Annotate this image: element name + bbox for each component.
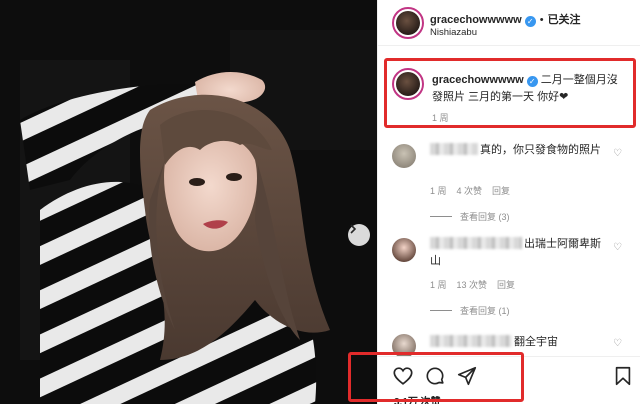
author-username[interactable]: gracechowwwww [430,14,522,26]
comment-body: 翻全宇宙 [514,336,558,348]
comment-likes[interactable]: 13 次赞 [457,280,488,290]
reply-button[interactable]: 回复 [492,186,510,196]
next-arrow-icon [350,224,357,234]
blurred-username [430,143,478,155]
comment-timestamp[interactable]: 1 周 [430,186,447,196]
view-replies-label: 查看回复 (3) [460,212,510,222]
header-separator: • [539,14,544,26]
reply-button[interactable]: 回复 [497,280,515,290]
comment-item: 真的，你只發食物的照片 ♡ 1 周 4 次赞 回复 查看回复 (3) [378,140,640,225]
photo-illustration [0,0,377,404]
blurred-username [430,237,522,249]
author-avatar[interactable] [392,7,424,39]
replies-divider [430,310,452,311]
post-header: gracechowwwww ✓ • 已关注 Nishiazabu [378,0,640,46]
post-sidebar: gracechowwwww ✓ • 已关注 Nishiazabu gracechoww… [348,0,640,404]
post-location[interactable]: Nishiazabu [430,27,477,38]
comment-meta: 1 周 4 次赞 回复 [430,184,520,197]
view-replies-link[interactable]: 查看回复 (3) [430,210,510,223]
save-button[interactable] [612,365,634,387]
commenter-avatar[interactable] [392,144,416,168]
follow-state-button[interactable]: 已关注 [548,14,581,26]
comment-text-block: 翻全宇宙 [430,334,610,351]
next-photo-button[interactable] [348,224,370,246]
heart-icon[interactable]: ♡ [613,242,622,253]
heart-icon[interactable]: ♡ [613,338,622,349]
caption-highlight-box [384,58,636,128]
bookmark-icon [615,366,631,386]
header-user-line: gracechowwwww ✓ • 已关注 [430,11,581,27]
comment-meta: 1 周 13 次赞 回复 [430,278,525,291]
replies-divider [430,216,452,217]
post-photo[interactable] [0,0,377,404]
heart-icon[interactable]: ♡ [613,148,622,159]
view-replies-label: 查看回复 (1) [460,306,510,316]
blurred-username [430,335,512,347]
comment-likes[interactable]: 4 次赞 [457,186,483,196]
comment-body: 真的，你只發食物的照片 [480,144,601,156]
view-replies-link[interactable]: 查看回复 (1) [430,304,510,317]
actions-highlight-box [348,352,524,402]
commenter-avatar[interactable] [392,238,416,262]
comment-item: 出瑞士阿爾卑斯山 ♡ 1 周 13 次赞 回复 查看回复 (1) [378,232,640,322]
comment-timestamp[interactable]: 1 周 [430,280,447,290]
comment-text-block: 真的，你只發食物的照片 [430,142,610,159]
verified-icon: ✓ [524,16,536,27]
comment-text-block: 出瑞士阿爾卑斯山 [430,236,610,270]
